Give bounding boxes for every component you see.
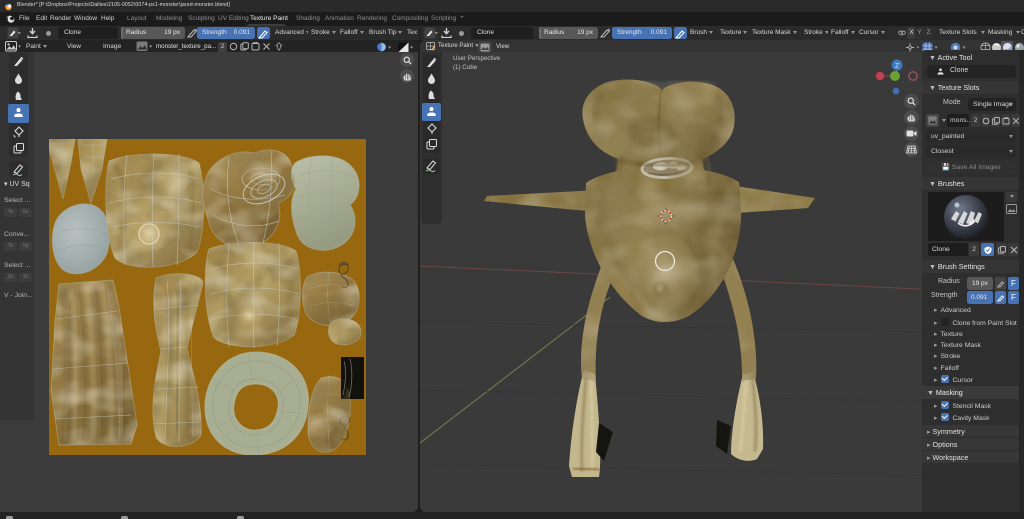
svg-text:Z: Z <box>895 63 900 70</box>
